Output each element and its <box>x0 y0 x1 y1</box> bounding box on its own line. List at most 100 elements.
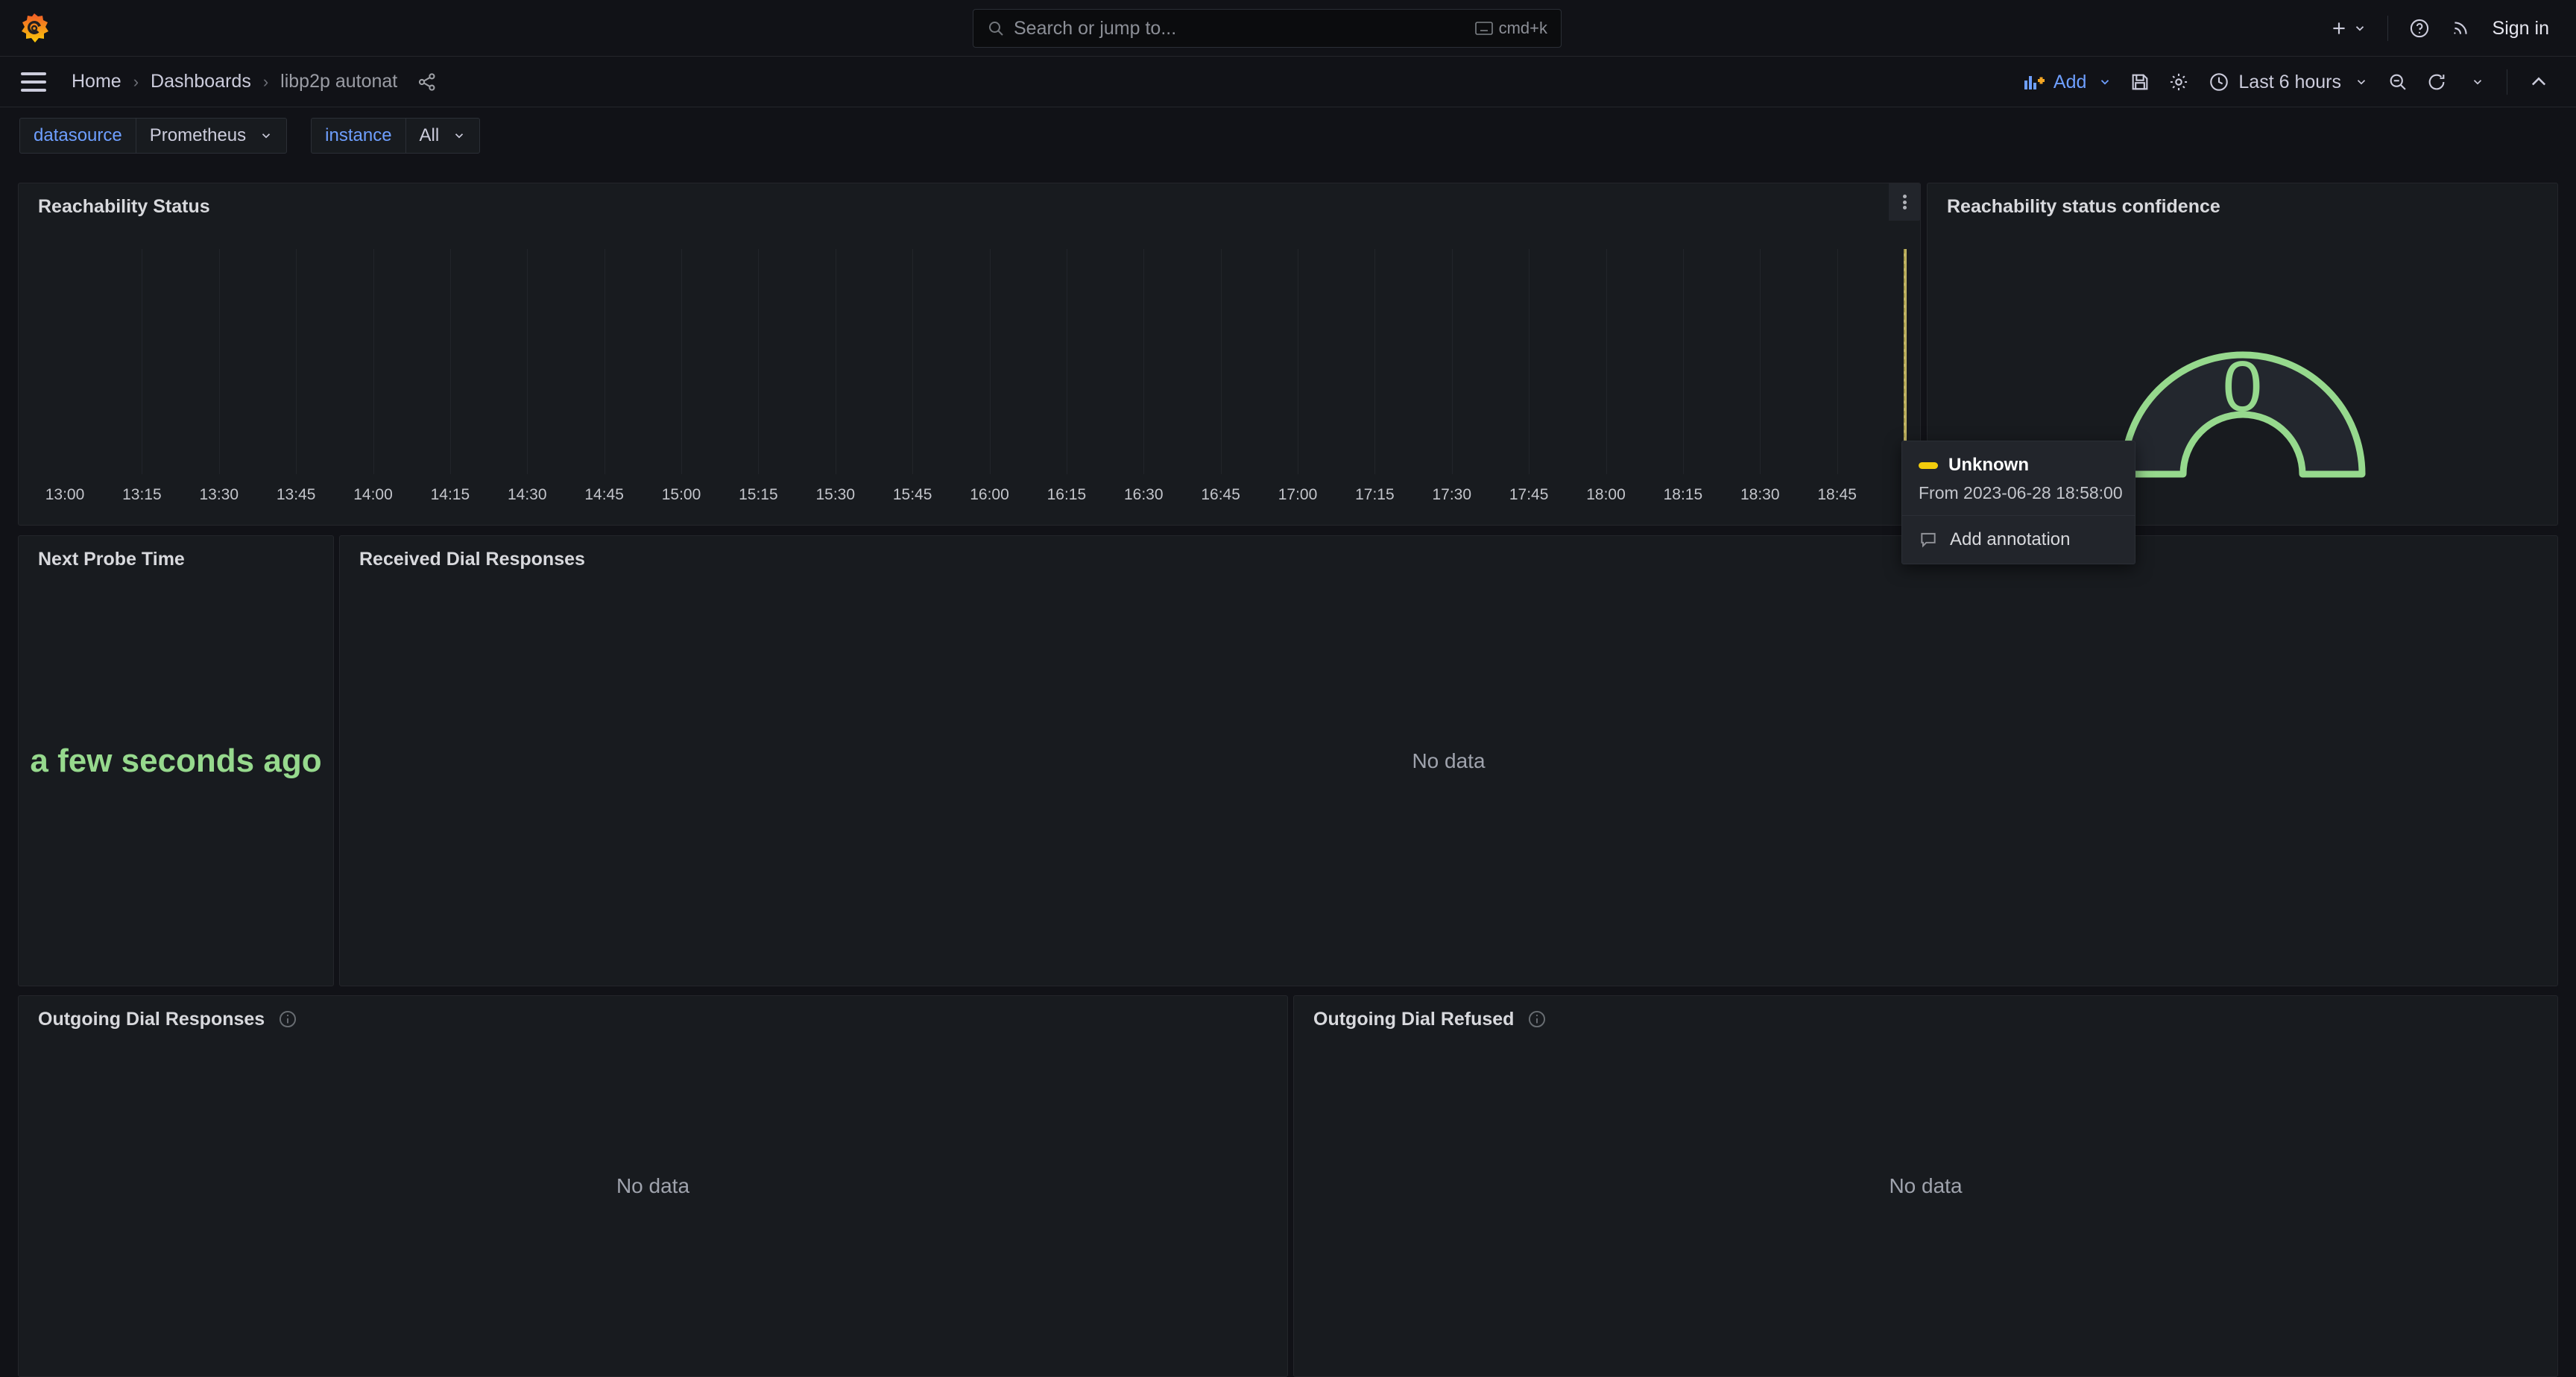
clock-icon <box>2210 73 2229 91</box>
breadcrumb-separator: › <box>133 72 139 91</box>
dashboard-settings-button[interactable] <box>2159 64 2198 100</box>
search-shortcut-hint: cmd+k <box>1474 19 1547 38</box>
grafana-logo-icon[interactable] <box>18 12 51 45</box>
dashboard-toolbar: Add Last 6 hours <box>2015 57 2558 107</box>
breadcrumb-separator: › <box>262 72 269 91</box>
panel-title: Next Probe Time <box>38 548 185 570</box>
timeline-tick-label: 14:15 <box>430 486 470 503</box>
zoom-out-icon <box>2390 74 2406 90</box>
menu-dot <box>1902 200 1907 204</box>
timeline-gridline <box>604 249 605 474</box>
timeline-tick-label: 17:30 <box>1432 486 1472 503</box>
search-shortcut-text: cmd+k <box>1498 19 1547 37</box>
rss-icon <box>2453 22 2467 34</box>
save-icon <box>2133 74 2148 90</box>
add-button-label: Add <box>2053 71 2087 92</box>
timeline-tick-label: 17:15 <box>1355 486 1395 503</box>
add-panel-icon <box>2024 76 2045 89</box>
panel-received-dial-responses: Received Dial Responses No data <box>339 535 2558 986</box>
search-icon <box>987 19 1005 37</box>
panel-title: Reachability status confidence <box>1947 195 2220 217</box>
zoom-out-time-button[interactable] <box>2378 64 2417 100</box>
sign-in-button[interactable]: Sign in <box>2481 18 2561 40</box>
timeline-gridlines <box>65 249 1914 474</box>
time-range-label: Last 6 hours <box>2238 71 2341 92</box>
timeline-tick-label: 17:45 <box>1509 486 1549 503</box>
timeline-tick-label: 13:30 <box>199 486 239 503</box>
timeline-tick-label: 13:45 <box>276 486 316 503</box>
search-input[interactable]: Search or jump to... cmd+k <box>973 9 1562 48</box>
timeline-x-axis: 13:00 13:15 13:30 13:45 14:00 14:15 14:30 14:45… <box>45 486 1914 511</box>
add-annotation-label: Add annotation <box>1950 529 2071 549</box>
refresh-interval-dropdown[interactable] <box>2456 64 2495 100</box>
timeline-plot-area[interactable] <box>65 249 1914 474</box>
timeline-gridline <box>989 249 991 474</box>
add-annotation-button[interactable]: Add annotation <box>1902 516 2135 564</box>
timeline-gridline <box>1529 249 1530 474</box>
annotation-tooltip-header: Unknown From 2023-06-28 18:58:00 <box>1902 441 2135 515</box>
variable-picker-datasource[interactable]: Prometheus <box>135 118 288 154</box>
timeline-tick-label: 18:15 <box>1663 486 1703 503</box>
global-search[interactable]: Search or jump to... cmd+k <box>973 9 1562 48</box>
timeline-gridline <box>373 249 374 474</box>
gauge-value-text: 0 <box>2222 347 2263 426</box>
breadcrumb: Home › Dashboards › libp2p autonat <box>72 71 438 92</box>
share-icon[interactable] <box>417 72 438 92</box>
annotation-title: Unknown <box>1948 455 2029 475</box>
panel-header: Next Probe Time <box>19 536 333 582</box>
timeline-gridline <box>1451 249 1453 474</box>
timeline-tick-label: 15:00 <box>661 486 701 503</box>
chevron-up-icon <box>2531 77 2546 86</box>
timeline-tick-label: 14:30 <box>507 486 547 503</box>
timeline-gridline <box>218 249 220 474</box>
top-navigation-bar: Search or jump to... cmd+k Sign in <box>0 0 2576 57</box>
breadcrumb-item-dashboards[interactable]: Dashboards <box>151 71 251 92</box>
timeline-tick-label: 16:00 <box>970 486 1009 503</box>
timeline-gridline <box>1143 249 1145 474</box>
save-dashboard-button[interactable] <box>2121 64 2159 100</box>
divider <box>2387 16 2388 41</box>
no-data-message: No data <box>1889 1174 1963 1197</box>
timeline-tick-label: 15:45 <box>892 486 932 503</box>
timeline-tick-label: 13:00 <box>45 486 85 503</box>
menu-toggle-button[interactable] <box>21 69 48 95</box>
panel-outgoing-dial-responses: Outgoing Dial Responses No data <box>18 995 1288 1377</box>
chevron-down-icon <box>2101 80 2109 85</box>
no-data-message: No data <box>616 1174 690 1197</box>
panel-title: Reachability Status <box>38 195 210 217</box>
breadcrumb-item-home[interactable]: Home <box>72 71 121 92</box>
timeline-tick-label: 16:30 <box>1123 486 1164 503</box>
comment-icon <box>1919 530 1938 549</box>
timeline-gridline <box>758 249 760 474</box>
timeline-gridline <box>1220 249 1222 474</box>
add-new-menu-button[interactable] <box>2319 10 2377 46</box>
chevron-down-icon <box>2473 80 2482 85</box>
time-range-picker[interactable]: Last 6 hours <box>2198 64 2378 100</box>
add-panel-button[interactable]: Add <box>2015 64 2121 100</box>
variable-value-instance: All <box>419 125 440 145</box>
variable-picker-instance[interactable]: All <box>405 118 481 154</box>
panel-menu-button[interactable] <box>1889 183 1920 221</box>
timeline-gridline <box>681 249 682 474</box>
collapse-toolbar-button[interactable] <box>2519 64 2558 100</box>
chevron-down-icon <box>2357 80 2366 85</box>
breadcrumb-item-current[interactable]: libp2p autonat <box>280 71 397 92</box>
timeline-tick-label: 13:15 <box>122 486 162 503</box>
variable-datasource: datasource Prometheus <box>19 118 288 154</box>
chevron-down-icon <box>455 133 464 139</box>
annotation-from-text: From 2023-06-28 18:58:00 <box>1919 483 2123 502</box>
timeline-tick-label: 14:00 <box>353 486 393 503</box>
timeline-tick-label: 15:15 <box>739 486 778 503</box>
timeline-tick-label: 17:00 <box>1278 486 1318 503</box>
search-placeholder: Search or jump to... <box>1014 17 1177 39</box>
timeline-gridline <box>1837 249 1838 474</box>
no-data-message: No data <box>1412 749 1486 772</box>
hamburger-line <box>21 88 46 92</box>
help-button[interactable] <box>2399 10 2440 46</box>
refresh-dashboard-button[interactable] <box>2417 64 2456 100</box>
annotation-tooltip: Unknown From 2023-06-28 18:58:00 Add ann… <box>1901 441 2135 564</box>
news-button[interactable] <box>2440 10 2481 46</box>
timeline-tick-label: 16:45 <box>1201 486 1240 503</box>
timeline-gridline <box>527 249 528 474</box>
timeline-tick-label: 18:30 <box>1740 486 1780 503</box>
